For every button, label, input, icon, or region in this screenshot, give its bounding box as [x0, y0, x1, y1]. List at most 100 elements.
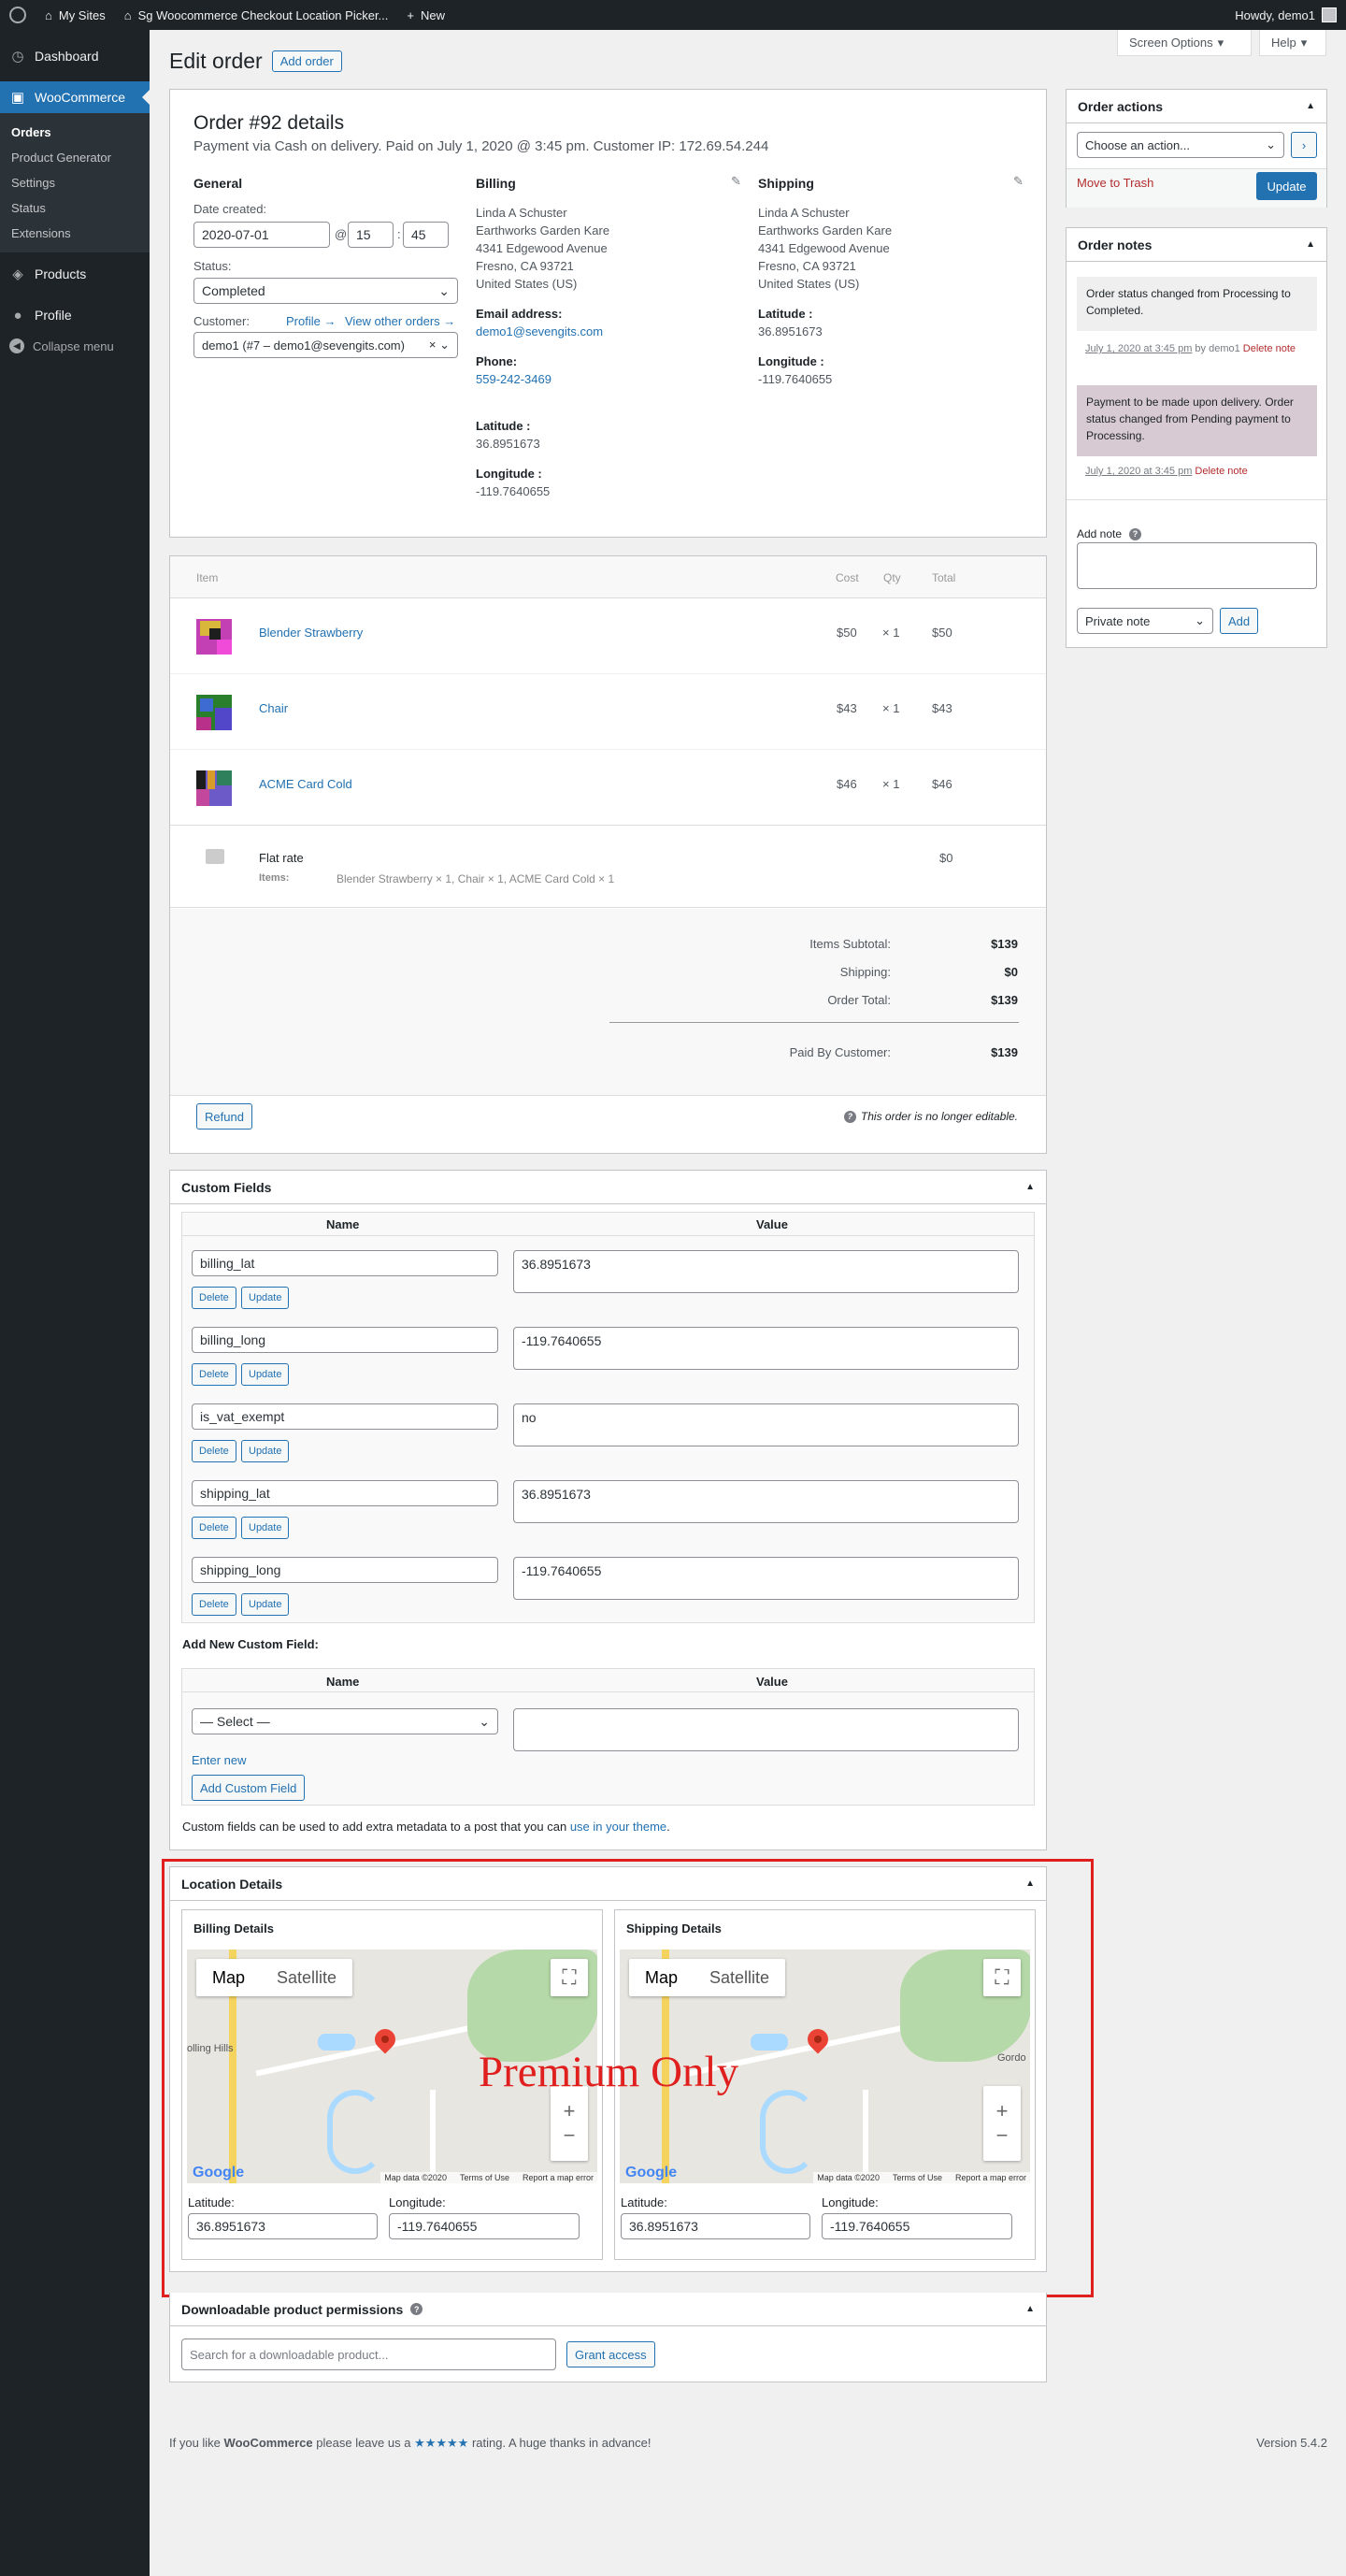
caret-down-icon: ▾ [1300, 35, 1308, 50]
chevron-right-icon: › [1301, 137, 1307, 152]
product-link[interactable]: Blender Strawberry [259, 626, 363, 640]
customer-select[interactable]: demo1 (#7 – demo1@sevengits.com) × ⌄ [193, 332, 458, 358]
field-name-input[interactable]: billing_long [192, 1327, 498, 1353]
note-type-select[interactable]: Private note ⌄ [1077, 608, 1213, 634]
hour-input[interactable]: 15 [348, 222, 394, 248]
submenu-extensions[interactable]: Extensions [0, 221, 150, 246]
wp-logo-icon[interactable] [0, 0, 36, 30]
custom-field-row: shipping_lat 36.8951673 Delete Update [182, 1475, 1034, 1552]
status-label: Status: [193, 259, 232, 273]
collapse-caret-icon[interactable]: ▲ [1306, 239, 1315, 250]
collapse-caret-icon[interactable]: ▲ [1306, 101, 1315, 111]
plus-icon: + [407, 7, 414, 22]
meta-key-select[interactable]: — Select — ⌄ [192, 1708, 498, 1734]
edit-billing-icon[interactable]: ✎ [731, 174, 741, 189]
update-field-button[interactable]: Update [241, 1287, 290, 1309]
use-in-theme-link[interactable]: use in your theme [570, 1820, 666, 1834]
billing-email-link[interactable]: demo1@sevengits.com [476, 324, 603, 338]
shipping-lat-label: Latitude : [758, 307, 813, 321]
field-value-textarea[interactable]: -119.7640655 [513, 1327, 1019, 1370]
minute-input[interactable]: 45 [403, 222, 449, 248]
custom-fields-panel: Custom Fields ▲ Name Value billing_lat 36… [169, 1170, 1047, 1850]
billing-address: Linda A Schuster Earthworks Garden Kare … [476, 206, 610, 498]
add-custom-field-button[interactable]: Add Custom Field [192, 1775, 306, 1801]
custom-field-row: billing_long -119.7640655 Delete Update [182, 1322, 1034, 1399]
order-notes-header[interactable]: Order notes ▲ [1067, 228, 1326, 262]
billing-lat-label: Latitude : [476, 419, 531, 433]
update-field-button[interactable]: Update [241, 1440, 290, 1462]
rating-stars-link[interactable]: ★★★★★ [414, 2436, 468, 2450]
customer-profile-link[interactable]: Profile → [286, 314, 336, 328]
field-value-textarea[interactable]: no [513, 1403, 1019, 1446]
order-actions-panel: Order actions ▲ Choose an action... ⌄ › Mo… [1066, 89, 1327, 208]
page-title: Edit order [169, 49, 263, 73]
menu-profile[interactable]: ● Profile [0, 299, 150, 331]
collapse-menu-button[interactable]: ◀ Collapse menu [0, 331, 150, 361]
submenu-status[interactable]: Status [0, 195, 150, 221]
field-value-textarea[interactable]: 36.8951673 [513, 1250, 1019, 1293]
product-thumbnail [196, 770, 232, 806]
submenu-product-generator[interactable]: Product Generator [0, 145, 150, 170]
update-field-button[interactable]: Update [241, 1363, 290, 1386]
downloadable-product-search[interactable]: Search for a downloadable product... [181, 2339, 556, 2370]
caret-down-icon: ▾ [1217, 35, 1224, 50]
delete-field-button[interactable]: Delete [192, 1363, 236, 1386]
menu-products[interactable]: ◈ Products [0, 258, 150, 290]
meta-value-textarea[interactable] [513, 1708, 1019, 1751]
date-input[interactable]: 2020-07-01 [193, 222, 330, 248]
billing-phone-link[interactable]: 559-242-3469 [476, 372, 551, 386]
add-note-textarea[interactable] [1077, 542, 1317, 589]
collapse-caret-icon[interactable]: ▲ [1025, 1182, 1035, 1192]
field-name-input[interactable]: shipping_long [192, 1557, 498, 1583]
avatar [1322, 7, 1337, 22]
collapse-caret-icon[interactable]: ▲ [1025, 2304, 1035, 2314]
menu-dashboard[interactable]: ◷ Dashboard [0, 40, 150, 72]
order-actions-header[interactable]: Order actions ▲ [1067, 90, 1326, 123]
refund-button[interactable]: Refund [196, 1103, 252, 1130]
delete-note-link[interactable]: Delete note [1243, 343, 1296, 354]
screen-options-tab[interactable]: Screen Options ▾ [1117, 30, 1252, 56]
custom-fields-header[interactable]: Custom Fields ▲ [170, 1171, 1046, 1204]
delete-note-link[interactable]: Delete note [1195, 466, 1247, 477]
delete-field-button[interactable]: Delete [192, 1517, 236, 1539]
move-to-trash-link[interactable]: Move to Trash [1077, 176, 1153, 190]
downloads-header[interactable]: Downloadable product permissions? ▲ [170, 2293, 1046, 2326]
chevron-down-icon: ⌄ [1266, 137, 1276, 151]
general-heading: General [193, 176, 243, 191]
products-icon: ◈ [12, 266, 23, 282]
field-name-input[interactable]: billing_lat [192, 1250, 498, 1276]
my-sites-link[interactable]: ⌂ My Sites [36, 0, 115, 30]
field-value-textarea[interactable]: -119.7640655 [513, 1557, 1019, 1600]
delete-field-button[interactable]: Delete [192, 1593, 236, 1616]
help-tab[interactable]: Help ▾ [1259, 30, 1326, 56]
account-menu[interactable]: Howdy, demo1 [1225, 0, 1346, 30]
status-select[interactable]: Completed ⌄ [193, 278, 458, 304]
add-note-button[interactable]: Add [1220, 608, 1259, 634]
field-name-input[interactable]: is_vat_exempt [192, 1403, 498, 1430]
product-link[interactable]: Chair [259, 701, 288, 715]
update-order-button[interactable]: Update [1256, 172, 1317, 200]
field-value-textarea[interactable]: 36.8951673 [513, 1480, 1019, 1523]
submenu-orders[interactable]: Orders [0, 120, 150, 145]
note-meta: July 1, 2020 at 3:45 pm by demo1 Delete … [1085, 343, 1296, 354]
grant-access-button[interactable]: Grant access [566, 2341, 655, 2367]
enter-new-link[interactable]: Enter new [192, 1753, 247, 1767]
view-other-orders-link[interactable]: View other orders → [345, 314, 455, 328]
submenu-settings[interactable]: Settings [0, 170, 150, 195]
product-link[interactable]: ACME Card Cold [259, 777, 352, 791]
new-content-link[interactable]: + New [397, 0, 454, 30]
add-order-button[interactable]: Add order [271, 50, 342, 72]
delete-field-button[interactable]: Delete [192, 1287, 236, 1309]
order-items-panel: Item Cost Qty Total Blender Strawberry $… [169, 555, 1047, 1154]
edit-shipping-icon[interactable]: ✎ [1013, 174, 1024, 189]
order-action-select[interactable]: Choose an action... ⌄ [1077, 132, 1284, 158]
delete-field-button[interactable]: Delete [192, 1440, 236, 1462]
menu-woocommerce[interactable]: ▣ WooCommerce [0, 81, 150, 113]
update-field-button[interactable]: Update [241, 1593, 290, 1616]
site-name-link[interactable]: ⌂ Sg Woocommerce Checkout Location Picker… [115, 0, 398, 30]
field-name-input[interactable]: shipping_lat [192, 1480, 498, 1506]
shipping-lat-value: 36.8951673 [758, 324, 823, 338]
apply-action-button[interactable]: › [1291, 132, 1317, 158]
add-note-label: Add note? [1077, 527, 1142, 540]
update-field-button[interactable]: Update [241, 1517, 290, 1539]
